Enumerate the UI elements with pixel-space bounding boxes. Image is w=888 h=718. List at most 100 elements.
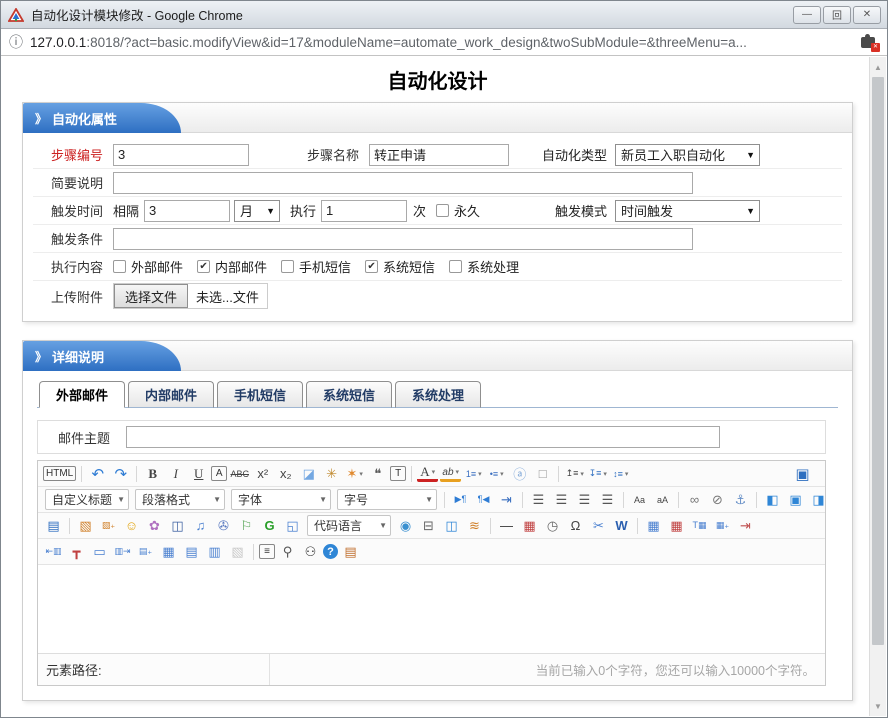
image-center-icon[interactable]: ▣ bbox=[785, 489, 806, 510]
ltr-icon[interactable]: ▶¶ bbox=[450, 489, 471, 510]
tab-external-mail[interactable]: 外部邮件 bbox=[39, 381, 125, 408]
anchor-icon[interactable]: ⚓ bbox=[730, 489, 751, 510]
clipboard-icon[interactable]: ▤ bbox=[340, 541, 361, 562]
insert-table-icon[interactable]: ▦ bbox=[643, 515, 664, 536]
lowercase-icon[interactable]: aA bbox=[652, 489, 673, 510]
align-center-icon[interactable]: ☰ bbox=[551, 489, 572, 510]
webapp-icon[interactable]: ◉ bbox=[395, 515, 416, 536]
word-image-icon[interactable]: W bbox=[611, 515, 632, 536]
eraser-icon[interactable]: ◪ bbox=[298, 463, 319, 484]
multi-image-icon[interactable]: ▧₊ bbox=[98, 515, 119, 536]
paste-text-icon[interactable]: T bbox=[390, 466, 406, 481]
image-right-icon[interactable]: ◨ bbox=[808, 489, 829, 510]
forever-checkbox[interactable] bbox=[436, 204, 449, 217]
help-icon[interactable]: ? bbox=[323, 544, 338, 559]
fullscreen-icon[interactable]: ▣ bbox=[792, 463, 813, 484]
align-left-icon[interactable]: ☰ bbox=[528, 489, 549, 510]
internal-mail-checkbox[interactable]: ✔ bbox=[197, 260, 210, 273]
select-cell-icon[interactable]: ▭ bbox=[89, 541, 110, 562]
ordered-list-icon[interactable]: 1≡▾ bbox=[463, 463, 484, 484]
table-cols-icon[interactable]: ▥ bbox=[204, 541, 225, 562]
underline-icon[interactable]: U bbox=[188, 463, 209, 484]
tab-internal-mail[interactable]: 内部邮件 bbox=[128, 381, 214, 408]
insert-row-icon[interactable]: ▦₊ bbox=[712, 515, 733, 536]
attachment-icon[interactable]: ✇ bbox=[213, 515, 234, 536]
brief-input[interactable] bbox=[113, 172, 693, 194]
split-cell-icon[interactable]: ┳ bbox=[66, 541, 87, 562]
scroll-up-button[interactable]: ▲ bbox=[870, 59, 886, 75]
table-full-icon[interactable]: ▦ bbox=[158, 541, 179, 562]
maximize-button[interactable]: 回 bbox=[823, 6, 851, 24]
tab-sms[interactable]: 手机短信 bbox=[217, 381, 303, 408]
time-icon[interactable]: ◷ bbox=[542, 515, 563, 536]
trigger-mode-select[interactable]: 时间触发 ▼ bbox=[615, 200, 760, 222]
clear-doc-icon[interactable]: □ bbox=[532, 463, 553, 484]
image-left-icon[interactable]: ◧ bbox=[762, 489, 783, 510]
align-justify-icon[interactable]: ☰ bbox=[597, 489, 618, 510]
video-icon[interactable]: ◫ bbox=[167, 515, 188, 536]
gmap-icon[interactable]: G bbox=[259, 515, 280, 536]
html-source-icon[interactable]: HTML bbox=[43, 466, 76, 481]
close-button[interactable]: ✕ bbox=[853, 6, 881, 24]
strikethrough-icon[interactable]: ABC bbox=[229, 463, 250, 484]
exec-count-input[interactable] bbox=[321, 200, 407, 222]
insert-image-icon[interactable]: ▧ bbox=[75, 515, 96, 536]
auto-typeset-icon[interactable]: ✶▾ bbox=[344, 463, 365, 484]
mail-subject-input[interactable] bbox=[126, 426, 720, 448]
font-border-icon[interactable]: A bbox=[211, 466, 227, 481]
tab-system-process[interactable]: 系统处理 bbox=[395, 381, 481, 408]
bold-icon[interactable]: B bbox=[142, 463, 163, 484]
map-icon[interactable]: ⚐ bbox=[236, 515, 257, 536]
code-language-select[interactable]: 代码语言▼ bbox=[307, 515, 391, 536]
redo-icon[interactable]: ↷ bbox=[110, 463, 131, 484]
image-top-icon[interactable]: ▤ bbox=[43, 515, 64, 536]
template-icon[interactable]: ◫ bbox=[441, 515, 462, 536]
line-height-icon[interactable]: ↕≡▾ bbox=[610, 463, 631, 484]
auto-type-select[interactable]: 新员工入职自动化 ▼ bbox=[615, 144, 760, 166]
space-bottom-icon[interactable]: ↧≡▾ bbox=[587, 463, 608, 484]
screenshot-icon[interactable]: ✂ bbox=[588, 515, 609, 536]
local-image-icon[interactable]: ≋ bbox=[464, 515, 485, 536]
tab-system-sms[interactable]: 系统短信 bbox=[306, 381, 392, 408]
music-icon[interactable]: ♫ bbox=[190, 515, 211, 536]
url-input[interactable]: 127.0.0.1:8018/?act=basic.modifyView&id=… bbox=[30, 35, 861, 50]
find-replace-icon[interactable]: ⚇ bbox=[300, 541, 321, 562]
scroll-down-button[interactable]: ▼ bbox=[870, 698, 886, 714]
iframe-icon[interactable]: ◱ bbox=[282, 515, 303, 536]
format-brush-icon[interactable]: ✳ bbox=[321, 463, 342, 484]
system-sms-checkbox[interactable]: ✔ bbox=[365, 260, 378, 273]
scrawl-icon[interactable]: ✿ bbox=[144, 515, 165, 536]
delete-table-icon[interactable]: ▦ bbox=[666, 515, 687, 536]
hr-icon[interactable]: — bbox=[496, 515, 517, 536]
align-right-icon[interactable]: ☰ bbox=[574, 489, 595, 510]
pagebreak-icon[interactable]: ⊟ bbox=[418, 515, 439, 536]
choose-file-button[interactable]: 选择文件 bbox=[114, 284, 188, 308]
paragraph-format-select[interactable]: 段落格式▼ bbox=[135, 489, 225, 510]
sms-checkbox[interactable] bbox=[281, 260, 294, 273]
merge-cells-icon[interactable]: ⇥ bbox=[735, 515, 756, 536]
anchor-inline-icon[interactable]: ⓐ bbox=[509, 463, 530, 484]
date-icon[interactable]: ▦ bbox=[519, 515, 540, 536]
interval-unit-select[interactable]: 月 ▼ bbox=[234, 200, 280, 222]
italic-icon[interactable]: I bbox=[165, 463, 186, 484]
blockquote-icon[interactable]: ❝ bbox=[367, 463, 388, 484]
minimize-button[interactable]: — bbox=[793, 6, 821, 24]
interval-input[interactable] bbox=[144, 200, 230, 222]
font-family-select[interactable]: 字体▼ bbox=[231, 489, 331, 510]
table-title-icon[interactable]: T▦ bbox=[689, 515, 710, 536]
superscript-icon[interactable]: x² bbox=[252, 463, 273, 484]
uppercase-icon[interactable]: Aa bbox=[629, 489, 650, 510]
unlink-icon[interactable]: ⊘ bbox=[707, 489, 728, 510]
insert-col-right-icon[interactable]: ▥⇥ bbox=[112, 541, 133, 562]
insert-row-below-icon[interactable]: ▤₊ bbox=[135, 541, 156, 562]
preview-icon[interactable]: ⚲ bbox=[277, 541, 298, 562]
step-no-input[interactable] bbox=[113, 144, 249, 166]
indent-icon[interactable]: ⇥ bbox=[496, 489, 517, 510]
print-icon[interactable]: ≡ bbox=[259, 544, 275, 559]
space-top-icon[interactable]: ↥≡▾ bbox=[564, 463, 585, 484]
page-info-icon[interactable]: ⓘ bbox=[9, 32, 23, 52]
custom-title-select[interactable]: 自定义标题▼ bbox=[45, 489, 129, 510]
undo-icon[interactable]: ↶ bbox=[87, 463, 108, 484]
back-color-icon[interactable]: ab▾ bbox=[440, 465, 461, 482]
step-name-input[interactable] bbox=[369, 144, 509, 166]
